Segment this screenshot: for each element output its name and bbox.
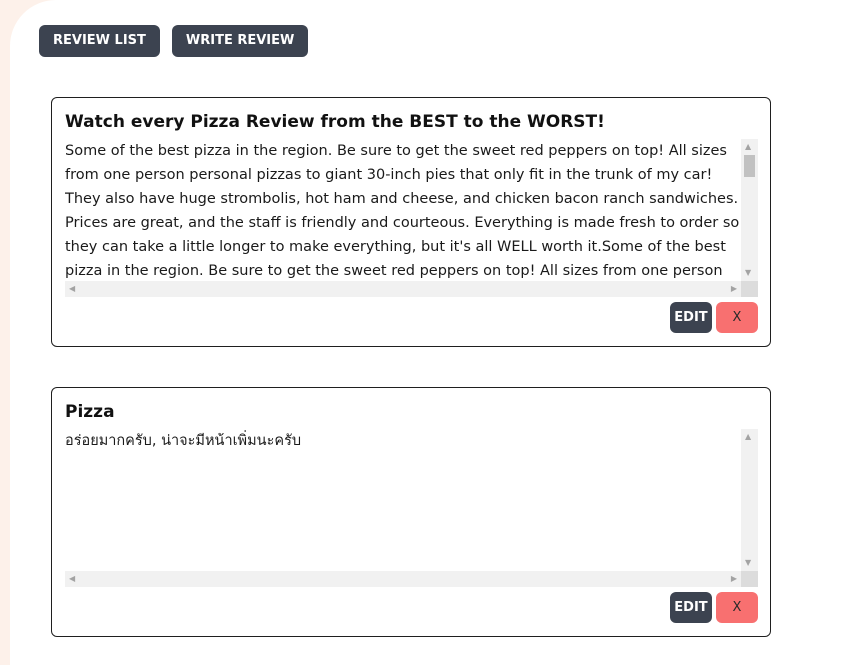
review-card: Watch every Pizza Review from the BEST t… xyxy=(51,97,771,347)
delete-button[interactable]: X xyxy=(716,302,758,333)
write-review-button[interactable]: WRITE REVIEW xyxy=(171,25,309,57)
edit-button[interactable]: EDIT xyxy=(670,592,712,623)
edit-button[interactable]: EDIT xyxy=(670,302,712,333)
review-text: Some of the best pizza in the region. Be… xyxy=(65,143,740,279)
scroll-down-icon[interactable]: ▼ xyxy=(745,558,751,568)
review-actions: EDIT X xyxy=(670,592,758,623)
review-list-button[interactable]: REVIEW LIST xyxy=(39,25,160,57)
scroll-right-icon[interactable]: ▶ xyxy=(731,574,737,584)
horizontal-scrollbar[interactable]: ◀ ▶ xyxy=(65,571,741,587)
review-text: อร่อยมากครับ, น่าจะมีหน้าเพิ่มนะครับ xyxy=(65,433,302,449)
scroll-up-icon[interactable]: ▲ xyxy=(745,142,751,152)
vertical-scrollbar[interactable]: ▲ ▼ xyxy=(741,429,758,571)
review-title: Watch every Pizza Review from the BEST t… xyxy=(65,112,605,132)
scroll-up-icon[interactable]: ▲ xyxy=(745,432,751,442)
vertical-scrollbar[interactable]: ▲ ▼ xyxy=(741,139,758,281)
scrollbar-thumb[interactable] xyxy=(744,155,755,177)
review-title: Pizza xyxy=(65,402,115,422)
review-card: Pizza อร่อยมากครับ, น่าจะมีหน้าเพิ่มนะคร… xyxy=(51,387,771,637)
scroll-left-icon[interactable]: ◀ xyxy=(69,574,75,584)
main-panel: REVIEW LIST WRITE REVIEW Watch every Piz… xyxy=(10,0,860,665)
scrollbar-corner xyxy=(741,571,758,587)
delete-button[interactable]: X xyxy=(716,592,758,623)
review-text-area[interactable]: อร่อยมากครับ, น่าจะมีหน้าเพิ่มนะครับ ▲ ▼… xyxy=(65,429,758,587)
scroll-right-icon[interactable]: ▶ xyxy=(731,284,737,294)
review-actions: EDIT X xyxy=(670,302,758,333)
scroll-left-icon[interactable]: ◀ xyxy=(69,284,75,294)
review-text-area[interactable]: Some of the best pizza in the region. Be… xyxy=(65,139,758,297)
scrollbar-corner xyxy=(741,281,758,297)
top-nav: REVIEW LIST WRITE REVIEW xyxy=(39,25,309,57)
scroll-down-icon[interactable]: ▼ xyxy=(745,268,751,278)
horizontal-scrollbar[interactable]: ◀ ▶ xyxy=(65,281,741,297)
